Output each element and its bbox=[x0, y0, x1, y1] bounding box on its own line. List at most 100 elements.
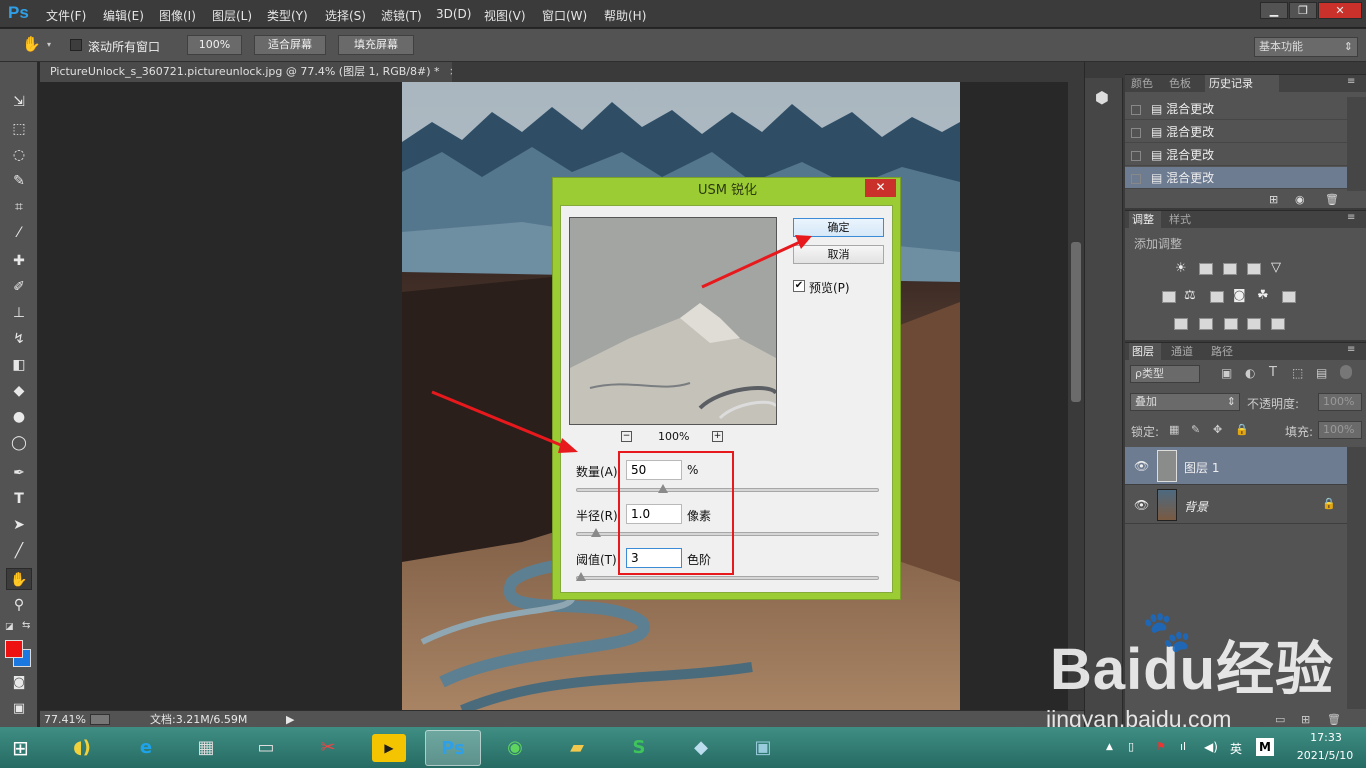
brightness-contrast-icon[interactable]: ☀ bbox=[1175, 261, 1187, 276]
history-panel: 颜色 色板 历史记录 ≡ ▤ 混合更改 ▤ 混合更改 ▤ 混合更改 ▤ 混合更改… bbox=[1125, 74, 1366, 208]
layer-name[interactable]: 背景 bbox=[1184, 498, 1208, 515]
posterize-icon[interactable] bbox=[1199, 318, 1213, 330]
exposure-icon[interactable] bbox=[1247, 263, 1261, 275]
blend-mode-value: 叠加 bbox=[1135, 395, 1157, 408]
layer-filter-select[interactable]: ρ类型 bbox=[1130, 365, 1200, 383]
vertical-scrollbar[interactable] bbox=[1068, 82, 1084, 710]
delete-layer-icon[interactable]: 🗑 bbox=[1327, 713, 1341, 726]
vibrance-icon[interactable]: ▽ bbox=[1271, 260, 1281, 275]
taskbar-explorer-icon[interactable]: ▰ bbox=[549, 730, 605, 766]
color-balance-icon[interactable]: ⚖ bbox=[1184, 288, 1196, 303]
tab-color[interactable]: 颜色 bbox=[1131, 75, 1161, 92]
history-item[interactable]: ▤ 混合更改 bbox=[1125, 121, 1347, 143]
tab-adjustments[interactable]: 调整 bbox=[1129, 211, 1161, 228]
filter-shape-icon[interactable]: ⬚ bbox=[1292, 366, 1303, 380]
history-doc-icon: ▤ bbox=[1151, 125, 1163, 139]
tray-clock-time[interactable]: 17:33 bbox=[1296, 731, 1356, 744]
filter-type-icon[interactable]: T bbox=[1269, 365, 1277, 380]
levels-icon[interactable] bbox=[1199, 263, 1213, 275]
color-lookup-icon[interactable] bbox=[1282, 291, 1296, 303]
filter-adjustment-icon[interactable]: ◐ bbox=[1245, 366, 1255, 380]
layer-visibility-eye-icon[interactable]: 👁 bbox=[1134, 459, 1149, 473]
history-snapshot-checkbox[interactable] bbox=[1131, 127, 1141, 138]
tray-power-icon[interactable]: ▯ bbox=[1128, 740, 1134, 753]
layers-scrollbar[interactable] bbox=[1347, 447, 1366, 709]
history-scrollbar[interactable] bbox=[1347, 97, 1366, 191]
tab-layers[interactable]: 图层 bbox=[1129, 343, 1161, 360]
tab-swatches[interactable]: 色板 bbox=[1169, 75, 1201, 92]
status-zoom[interactable]: 77.41% bbox=[44, 711, 86, 728]
taskbar-photos-icon[interactable]: ▣ bbox=[735, 730, 791, 766]
status-preview-icon[interactable] bbox=[90, 714, 110, 725]
history-item-selected[interactable]: ▤ 混合更改 bbox=[1125, 167, 1347, 189]
tab-styles[interactable]: 样式 bbox=[1169, 211, 1201, 228]
layer-name[interactable]: 图层 1 bbox=[1184, 459, 1219, 476]
tray-clock-date[interactable]: 2021/5/10 bbox=[1288, 749, 1362, 762]
new-group-icon[interactable]: ▭ bbox=[1275, 713, 1285, 726]
taskbar-snipping-icon[interactable]: ✂ bbox=[300, 730, 356, 766]
history-doc-icon: ▤ bbox=[1151, 102, 1163, 116]
lock-pixels-icon[interactable]: ✎ bbox=[1191, 423, 1200, 436]
tray-wifi-icon[interactable]: ıl bbox=[1180, 740, 1186, 753]
baidu-jingyan-watermark: 🐾 Baidu经验 bbox=[1050, 610, 1334, 706]
tray-overflow-icon[interactable]: ▲ bbox=[1106, 742, 1113, 752]
tab-channels[interactable]: 通道 bbox=[1171, 343, 1203, 360]
new-snapshot-icon[interactable]: ◉ bbox=[1295, 193, 1305, 206]
tray-network-icon[interactable]: ⚑ bbox=[1156, 740, 1166, 753]
layers-panel-menu-icon[interactable]: ≡ bbox=[1347, 344, 1355, 355]
lock-position-icon[interactable]: ✥ bbox=[1213, 423, 1222, 436]
taskbar-browser-icon[interactable]: ◉ bbox=[487, 730, 543, 766]
taskbar-notes-icon[interactable]: ◆ bbox=[673, 730, 729, 766]
history-doc-icon: ▤ bbox=[1151, 171, 1163, 185]
taskbar-ie-icon[interactable]: e bbox=[118, 730, 174, 766]
history-snapshot-checkbox[interactable] bbox=[1131, 173, 1141, 184]
photo-filter-icon[interactable]: ◙ bbox=[1233, 288, 1246, 303]
layer-row[interactable]: 👁 背景 🔒 bbox=[1125, 486, 1366, 524]
filter-pixel-icon[interactable]: ▣ bbox=[1221, 366, 1232, 380]
channel-mixer-icon[interactable]: ☘ bbox=[1257, 288, 1269, 303]
new-layer-icon[interactable]: ⊞ bbox=[1301, 713, 1310, 726]
status-menu-arrow-icon[interactable]: ▶ bbox=[286, 711, 294, 728]
curves-icon[interactable] bbox=[1223, 263, 1237, 275]
lock-all-icon[interactable]: 🔒 bbox=[1235, 423, 1249, 436]
adjustments-panel-menu-icon[interactable]: ≡ bbox=[1347, 212, 1355, 223]
filter-smart-object-icon[interactable]: ▤ bbox=[1316, 366, 1327, 380]
lock-transparent-icon[interactable]: ▦ bbox=[1169, 423, 1179, 436]
history-snapshot-checkbox[interactable] bbox=[1131, 150, 1141, 161]
tab-history[interactable]: 历史记录 bbox=[1205, 75, 1279, 92]
history-item[interactable]: ▤ 混合更改 bbox=[1125, 144, 1347, 166]
selective-color-icon[interactable] bbox=[1271, 318, 1285, 330]
tab-paths[interactable]: 路径 bbox=[1211, 343, 1243, 360]
tray-ime-mode[interactable]: M bbox=[1256, 738, 1274, 756]
gradient-map-icon[interactable] bbox=[1247, 318, 1261, 330]
tray-volume-icon[interactable]: ◀) bbox=[1204, 740, 1218, 754]
taskbar-monitor-icon[interactable]: ▭ bbox=[238, 730, 294, 766]
history-panel-menu-icon[interactable]: ≡ bbox=[1347, 76, 1355, 87]
invert-icon[interactable] bbox=[1174, 318, 1188, 330]
properties-panel-icon[interactable]: ⬢ bbox=[1095, 88, 1109, 107]
black-white-icon[interactable] bbox=[1210, 291, 1224, 303]
delete-state-icon[interactable]: 🗑 bbox=[1325, 193, 1339, 206]
threshold-adjust-icon[interactable] bbox=[1224, 318, 1238, 330]
filter-toggle-icon[interactable] bbox=[1340, 365, 1352, 379]
fill-input[interactable]: 100% bbox=[1318, 421, 1362, 439]
layer-row[interactable]: 👁 图层 1 bbox=[1125, 447, 1366, 485]
history-snapshot-checkbox[interactable] bbox=[1131, 104, 1141, 115]
taskbar-audio-app-icon[interactable]: ◖) bbox=[54, 730, 110, 766]
new-document-from-state-icon[interactable]: ⊞ bbox=[1269, 193, 1278, 206]
opacity-input[interactable]: 100% bbox=[1318, 393, 1362, 411]
blend-mode-select[interactable]: 叠加 ⇕ bbox=[1130, 393, 1240, 411]
history-item[interactable]: ▤ 混合更改 bbox=[1125, 98, 1347, 120]
start-button-icon[interactable]: ⊞ bbox=[12, 736, 38, 760]
annotation-highlight-box bbox=[618, 451, 734, 575]
layer-filter-value: ρ类型 bbox=[1135, 367, 1164, 380]
tray-ime-indicator[interactable]: 英 bbox=[1230, 740, 1242, 757]
lock-label: 锁定: bbox=[1131, 425, 1160, 439]
taskbar-photoshop-icon[interactable]: Ps bbox=[425, 730, 481, 766]
hue-saturation-icon[interactable] bbox=[1162, 291, 1176, 303]
taskbar-player-icon[interactable]: ▶ bbox=[372, 734, 406, 762]
taskbar-calculator-icon[interactable]: ▦ bbox=[178, 730, 234, 766]
layer-visibility-eye-icon[interactable]: 👁 bbox=[1134, 498, 1149, 512]
vertical-scrollbar-thumb[interactable] bbox=[1071, 242, 1081, 402]
taskbar-spreadsheet-icon[interactable]: S bbox=[611, 730, 667, 766]
